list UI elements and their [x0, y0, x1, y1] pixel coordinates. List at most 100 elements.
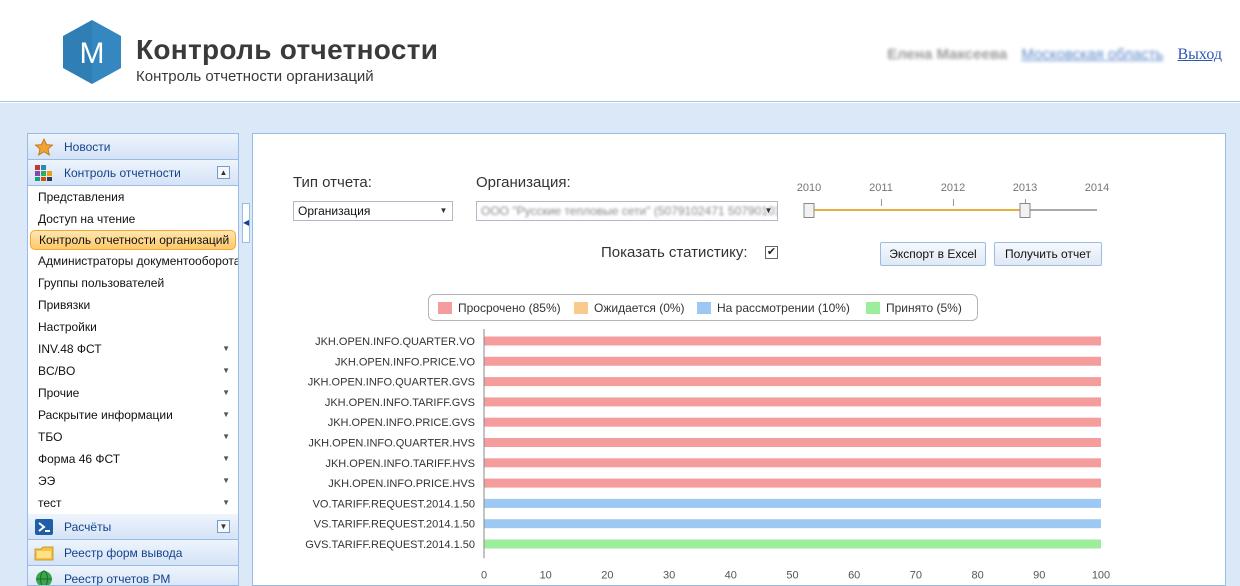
sidebar-item[interactable]: Настройки [28, 316, 238, 338]
sidebar-section-label: Контроль отчетности [64, 165, 181, 180]
sidebar-item-label: Настройки [38, 320, 97, 334]
category-label: GVS.TARIFF.REQUEST.2014.1.50 [305, 539, 475, 551]
category-label: JKH.OPEN.INFO.QUARTER.VO [315, 336, 475, 348]
sidebar-item[interactable]: ТБО ▼ [28, 426, 238, 448]
user-region-link[interactable]: Московская область [1021, 46, 1163, 63]
category-label: JKH.OPEN.INFO.TARIFF.GVS [325, 397, 475, 409]
sidebar-section-label: Новости [64, 139, 111, 154]
bar-overdue[interactable] [484, 417, 1101, 427]
sidebar-item-label: Привязки [38, 298, 91, 312]
x-tick-label: 100 [1092, 569, 1110, 581]
sidebar-item[interactable]: тест ▼ [28, 492, 238, 514]
sidebar-item-label: Группы пользователей [38, 276, 165, 290]
category-label: JKH.OPEN.INFO.PRICE.VO [335, 356, 475, 368]
category-label: JKH.OPEN.INFO.PRICE.HVS [328, 478, 475, 490]
bar-overdue[interactable] [484, 478, 1101, 488]
sidebar-item[interactable]: Привязки [28, 294, 238, 316]
x-tick-label: 70 [910, 569, 922, 581]
sidebar-section-report-control[interactable]: Контроль отчетности ▲ [28, 160, 238, 186]
sidebar-item-label: BC/BO [38, 364, 76, 378]
sidebar-item-label: Администраторы документооборота [38, 254, 238, 268]
sidebar-item[interactable]: BC/BO ▼ [28, 360, 238, 382]
sidebar-item[interactable]: Представления [28, 186, 238, 208]
calculations-icon [35, 518, 53, 535]
sidebar: Новости Контроль отчетности ▲ Представле… [27, 133, 239, 586]
expand-section-icon[interactable]: ▼ [217, 520, 230, 533]
chevron-down-icon[interactable]: ▼ [222, 426, 230, 448]
chevron-down-icon[interactable]: ▼ [222, 360, 230, 382]
chevron-down-icon[interactable]: ▼ [222, 382, 230, 404]
sidebar-item[interactable]: Доступ на чтение [28, 208, 238, 230]
x-axis-title: % [787, 583, 798, 585]
sidebar-section-label: Реестр отчетов РМ [64, 571, 171, 586]
star-icon [34, 137, 54, 156]
sidebar-item-label: Прочие [38, 386, 80, 400]
x-tick-label: 30 [663, 569, 675, 581]
sidebar-item[interactable]: Раскрытие информации ▼ [28, 404, 238, 426]
sidebar-item-label: Форма 46 ФСТ [38, 452, 121, 466]
sidebar-section-label: Реестр форм вывода [64, 545, 183, 560]
collapse-section-icon[interactable]: ▲ [217, 166, 230, 179]
x-tick-label: 50 [786, 569, 798, 581]
chevron-down-icon[interactable]: ▼ [222, 404, 230, 426]
bar-review[interactable] [484, 498, 1101, 508]
sidebar-section-calculations[interactable]: Расчёты ▼ [28, 514, 238, 540]
sidebar-items: Представления Доступ на чтение Контроль от… [28, 186, 238, 514]
sidebar-item[interactable]: Администраторы документооборота [28, 250, 238, 272]
chevron-down-icon[interactable]: ▼ [222, 448, 230, 470]
sidebar-item-label: тест [38, 496, 62, 510]
bar-review[interactable] [484, 519, 1101, 529]
x-tick-label: 60 [848, 569, 860, 581]
svg-text:М: М [80, 37, 105, 70]
sidebar-item[interactable]: Группы пользователей [28, 272, 238, 294]
sidebar-item[interactable]: Прочие ▼ [28, 382, 238, 404]
sidebar-item-label: Доступ на чтение [38, 212, 136, 226]
sidebar-item-label: INV.48 ФСТ [38, 342, 102, 356]
status-bar-chart: JKH.OPEN.INFO.QUARTER.VO JKH.OPEN.INFO.PR… [305, 329, 1110, 585]
user-block: Елена Максеева Московская область Выход [887, 46, 1222, 64]
sidebar-section-news[interactable]: Новости [28, 134, 238, 160]
chevron-down-icon[interactable]: ▼ [222, 470, 230, 492]
sidebar-item[interactable]: Контроль отчетности организаций [30, 230, 236, 250]
bar-overdue[interactable] [484, 438, 1101, 447]
sidebar-collapse-handle[interactable]: ◀ [242, 203, 250, 243]
sidebar-section-label: Расчёты [64, 519, 112, 534]
x-tick-label: 40 [725, 569, 737, 581]
sidebar-section-output-forms[interactable]: Реестр форм вывода [28, 540, 238, 566]
workspace: Новости Контроль отчетности ▲ Представле… [0, 103, 1240, 586]
category-label: VS.TARIFF.REQUEST.2014.1.50 [314, 519, 475, 531]
sidebar-item-label: ТБО [38, 430, 63, 444]
bar-overdue[interactable] [484, 397, 1101, 407]
sidebar-item-label: Представления [38, 190, 125, 204]
report-blocks-icon [35, 164, 52, 181]
x-tick-label: 0 [481, 569, 487, 581]
category-label: VO.TARIFF.REQUEST.2014.1.50 [313, 498, 475, 510]
bar-accepted[interactable] [484, 539, 1101, 549]
app-header: М Контроль отчетности Контроль отчетност… [0, 0, 1240, 102]
bar-overdue[interactable] [484, 458, 1101, 468]
folder-icon [34, 546, 54, 560]
x-tick-label: 80 [971, 569, 983, 581]
category-label: JKH.OPEN.INFO.QUARTER.HVS [308, 438, 475, 450]
user-name: Елена Максеева [887, 46, 1008, 63]
category-label: JKH.OPEN.INFO.QUARTER.GVS [308, 377, 475, 389]
sidebar-item-label: ЭЭ [38, 474, 56, 488]
bar-overdue[interactable] [484, 377, 1101, 387]
app-logo: М [63, 20, 121, 84]
bar-overdue[interactable] [484, 336, 1101, 346]
sidebar-item-label: Контроль отчетности организаций [39, 233, 230, 247]
app-title: Контроль отчетности [136, 34, 439, 65]
globe-icon [36, 570, 52, 585]
logout-link[interactable]: Выход [1178, 46, 1223, 63]
sidebar-section-report-registry[interactable]: Реестр отчетов РМ [28, 566, 238, 586]
bar-overdue[interactable] [484, 356, 1101, 366]
x-tick-label: 10 [540, 569, 552, 581]
sidebar-item[interactable]: INV.48 ФСТ ▼ [28, 338, 238, 360]
sidebar-item[interactable]: Форма 46 ФСТ ▼ [28, 448, 238, 470]
category-label: JKH.OPEN.INFO.TARIFF.HVS [325, 458, 475, 470]
chevron-down-icon[interactable]: ▼ [222, 492, 230, 514]
sidebar-item[interactable]: ЭЭ ▼ [28, 470, 238, 492]
category-label: JKH.OPEN.INFO.PRICE.GVS [328, 417, 475, 429]
sidebar-item-label: Раскрытие информации [38, 408, 173, 422]
chevron-down-icon[interactable]: ▼ [222, 338, 230, 360]
